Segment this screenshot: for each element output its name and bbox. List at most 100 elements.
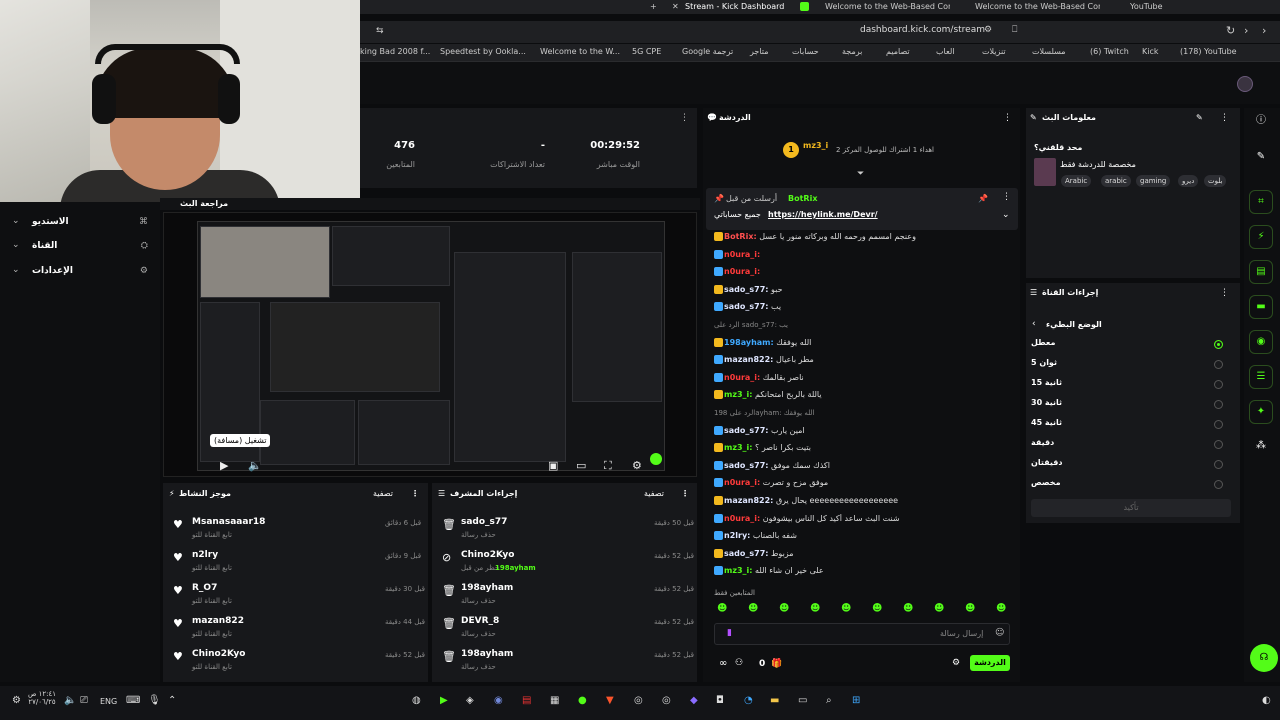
- top-gifter-user[interactable]: mz3_i: [803, 141, 828, 150]
- url-field[interactable]: dashboard.kick.com/stream: [860, 25, 985, 35]
- app-kick-icon[interactable]: ▶: [440, 695, 448, 706]
- slow-option[interactable]: ثوان 5: [1031, 358, 1231, 372]
- app-icon[interactable]: ◘: [716, 695, 724, 706]
- mic-icon[interactable]: ▮: [727, 628, 732, 638]
- chat-username[interactable]: sado_s77:: [724, 426, 768, 435]
- chat-input[interactable]: ▮ إرسال رسالة ☺: [714, 623, 1010, 645]
- folder-icon[interactable]: ▬: [770, 695, 779, 706]
- bookmark-item[interactable]: متاجر: [750, 47, 769, 56]
- slow-option[interactable]: معطل: [1031, 338, 1231, 352]
- clip-icon[interactable]: ▣: [548, 459, 558, 472]
- chat-username[interactable]: n0ura_i:: [724, 514, 760, 523]
- emote-icon[interactable]: ☻: [996, 603, 1006, 614]
- slow-option[interactable]: مخصص: [1031, 478, 1231, 492]
- tab-kick-dashboard[interactable]: Stream - Kick Dashboard: [685, 0, 805, 14]
- radio[interactable]: [1214, 440, 1223, 449]
- nav-channel[interactable]: ⌄ القناة ⛭: [12, 240, 148, 256]
- bookmark-item[interactable]: Welcome to the W...: [540, 47, 620, 56]
- chat-username[interactable]: mz3_i:: [724, 390, 753, 399]
- radio[interactable]: [1214, 380, 1223, 389]
- slow-option[interactable]: دقيقتان: [1031, 458, 1231, 472]
- new-tab-button[interactable]: +: [650, 0, 657, 14]
- app-discord-icon[interactable]: ◉: [494, 695, 503, 706]
- more-icon[interactable]: ⋮: [1002, 192, 1011, 202]
- app-brave-icon[interactable]: ▼: [606, 695, 614, 706]
- bookmark-item[interactable]: king Bad 2008 f...: [360, 47, 430, 56]
- radio[interactable]: [1214, 460, 1223, 469]
- chat-username[interactable]: 198ayham:: [724, 338, 774, 347]
- activity-user[interactable]: n2lry: [192, 550, 218, 560]
- notification-icon[interactable]: ◐: [1262, 695, 1271, 706]
- fullscreen-icon[interactable]: ⛶: [604, 459, 612, 473]
- chat-username[interactable]: sado_s77:: [724, 549, 768, 558]
- settings-icon[interactable]: ⚙: [632, 459, 642, 472]
- chat-username[interactable]: sado_s77:: [724, 302, 768, 311]
- chat-username[interactable]: mazan822:: [724, 496, 773, 505]
- crop-icon[interactable]: ⌗: [1249, 190, 1273, 214]
- pinned-link[interactable]: https://heylink.me/Devr/: [768, 210, 878, 219]
- keyboard-icon[interactable]: ⌨: [126, 695, 140, 706]
- chat-username[interactable]: n0ura_i:: [724, 250, 760, 259]
- pip-icon[interactable]: ▭: [576, 459, 586, 472]
- bolt-icon[interactable]: ⚡: [1249, 225, 1273, 249]
- confirm-button[interactable]: تأكيد: [1031, 499, 1231, 517]
- tab-web-config-2[interactable]: Welcome to the Web-Based Configura...: [975, 0, 1100, 14]
- slow-option[interactable]: ثانية 30: [1031, 398, 1231, 412]
- app-icon[interactable]: ●: [578, 695, 587, 706]
- bookmark-item[interactable]: Google ترجمة: [682, 47, 733, 56]
- bookmark-item[interactable]: 5G CPE: [632, 47, 661, 56]
- mod-user[interactable]: Chino2Kyo: [461, 550, 514, 560]
- chat-icon[interactable]: ▬: [1249, 295, 1273, 319]
- more-icon[interactable]: ⋮: [411, 489, 419, 498]
- start-icon[interactable]: ⊞: [852, 695, 860, 706]
- radio[interactable]: [1214, 480, 1223, 489]
- pencil-icon[interactable]: ✎: [1249, 146, 1273, 170]
- emote-icon[interactable]: ☻: [903, 603, 913, 614]
- mod-filter-button[interactable]: تصفية: [644, 489, 664, 498]
- bookmark-item[interactable]: Speedtest by Ookla...: [440, 47, 526, 56]
- search-icon[interactable]: ⌕: [826, 695, 832, 706]
- chat-username[interactable]: n0ura_i:: [724, 478, 760, 487]
- chat-username[interactable]: mazan822:: [724, 355, 773, 364]
- bookmark-item[interactable]: مسلسلات: [1032, 47, 1066, 56]
- chevron-left-icon[interactable]: ‹: [1032, 319, 1036, 329]
- app-steam-icon[interactable]: ◈: [466, 695, 474, 706]
- mod-user[interactable]: sado_s77: [461, 517, 507, 527]
- avatar[interactable]: [1237, 76, 1253, 92]
- unpin-icon[interactable]: 📌: [978, 194, 988, 203]
- more-icon[interactable]: ⋮: [680, 113, 689, 123]
- emote-icon[interactable]: ☻: [717, 603, 727, 614]
- collapse-icon[interactable]: ⏷: [857, 169, 864, 179]
- mod-user[interactable]: 198ayham: [461, 649, 513, 659]
- app-icon[interactable]: ▦: [550, 695, 559, 706]
- app-chrome-icon[interactable]: ◎: [662, 695, 671, 706]
- bookmark-item[interactable]: (6) Twitch: [1090, 47, 1129, 56]
- clock[interactable]: ١٢:٤١ ص ٢٧/٠٦/٢٥: [26, 690, 58, 706]
- send-chat-button[interactable]: الدردشة: [970, 655, 1010, 671]
- plugin-icon[interactable]: ⁂: [1249, 435, 1273, 459]
- bookmark-item[interactable]: تصاميم: [886, 47, 910, 56]
- emote-icon[interactable]: ☻: [748, 603, 758, 614]
- forward-icon[interactable]: ›: [1244, 24, 1248, 37]
- chat-username[interactable]: mz3_i:: [724, 443, 753, 452]
- chat-username[interactable]: n0ura_i:: [724, 373, 760, 382]
- bookmark-icon[interactable]: ⎕: [1012, 25, 1017, 35]
- radio[interactable]: [1214, 420, 1223, 429]
- mic-icon[interactable]: 🎙: [148, 695, 161, 706]
- mod-user[interactable]: DEVR_8: [461, 616, 499, 626]
- slow-option[interactable]: دقيقة: [1031, 438, 1231, 452]
- gift-icon[interactable]: 🎁: [771, 659, 782, 669]
- volume-icon[interactable]: 🔈: [248, 459, 262, 472]
- more-icon[interactable]: ⋮: [1220, 113, 1229, 123]
- help-headset-icon[interactable]: ☊: [1250, 644, 1278, 672]
- category-name[interactable]: مخصصة للدردشة فقط: [1060, 160, 1136, 169]
- info-icon[interactable]: ⓘ: [1249, 110, 1273, 134]
- app-icon[interactable]: ◍: [412, 695, 421, 706]
- radio[interactable]: [1214, 360, 1223, 369]
- emote-icon[interactable]: ☻: [934, 603, 944, 614]
- language-indicator[interactable]: ENG: [100, 697, 117, 706]
- emote-icon[interactable]: ☻: [810, 603, 820, 614]
- more-icon[interactable]: ⋮: [681, 489, 689, 498]
- list-icon[interactable]: ☰: [1249, 365, 1273, 389]
- bookmark-item[interactable]: حسابات: [792, 47, 819, 56]
